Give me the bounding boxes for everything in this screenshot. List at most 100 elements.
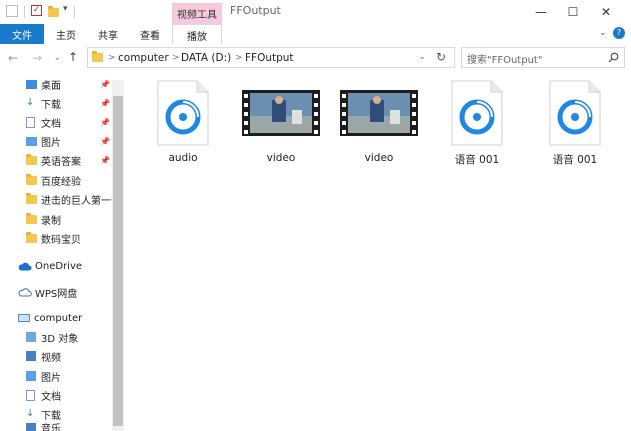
file-name: audio <box>168 152 198 164</box>
nav-item-label: 视频 <box>41 352 61 364</box>
file-item[interactable]: audio <box>133 80 233 180</box>
search-input[interactable]: 搜索"FFOutput" <box>467 51 542 66</box>
search-box[interactable]: 搜索"FFOutput" <box>461 47 625 68</box>
context-tab-video-tools: 视频工具 <box>172 3 222 24</box>
nav-item-digimon[interactable]: 数码宝贝 <box>0 228 112 248</box>
properties-icon[interactable]: ✓ <box>31 5 42 16</box>
nav-item-videos[interactable]: 视频 <box>0 346 112 366</box>
nav-item-label: 桌面 <box>41 80 61 92</box>
ribbon-expand-icon[interactable]: ⌄ <box>599 28 607 38</box>
refresh-icon[interactable]: ↻ <box>436 50 446 64</box>
file-name: 语音 001 <box>552 154 598 166</box>
nav-item-3d-objects[interactable]: 3D 对象 <box>0 327 112 347</box>
folder-icon <box>26 192 37 204</box>
breadcrumb-drive[interactable]: DATA (D:) <box>181 48 231 67</box>
nav-item-wps-drive[interactable]: WPS网盘 <box>0 282 112 302</box>
tab-file[interactable]: 文件 <box>0 24 44 44</box>
nav-item-computer[interactable]: computer <box>0 308 112 328</box>
tab-view[interactable]: 查看 <box>132 24 168 44</box>
forward-arrow-icon[interactable]: → <box>32 51 42 65</box>
music-icon <box>26 423 36 431</box>
nav-item-label: 进击的巨人第一部 <box>41 195 112 207</box>
pin-icon: 📌 <box>100 117 110 127</box>
minimize-button[interactable]: — <box>525 0 557 24</box>
tab-share[interactable]: 共享 <box>90 24 126 44</box>
document-icon <box>26 389 35 401</box>
nav-item-label: 文档 <box>41 118 61 130</box>
breadcrumb-separator[interactable]: > <box>235 48 243 67</box>
nav-item-label: 数码宝贝 <box>41 234 81 246</box>
back-arrow-icon[interactable]: ← <box>8 51 18 65</box>
computer-icon <box>18 314 30 322</box>
nav-item-documents[interactable]: 文档 📌 <box>0 112 112 132</box>
folder-icon <box>26 173 37 185</box>
recent-locations-icon[interactable]: ⌄ <box>54 53 61 62</box>
nav-item-downloads-pc[interactable]: ↓ 下载 <box>0 404 112 424</box>
nav-item-english-answers[interactable]: 英语答案 📌 <box>0 150 112 170</box>
video-file-icon <box>340 90 418 136</box>
folder-icon <box>26 212 37 224</box>
desktop-icon <box>26 79 37 89</box>
breadcrumb-separator[interactable]: > <box>108 48 116 67</box>
up-arrow-icon[interactable]: ↑ <box>68 50 78 64</box>
breadcrumb-ffoutput[interactable]: FFOutput <box>245 48 294 67</box>
file-item[interactable]: 语音 001 <box>427 80 527 180</box>
nav-item-label: computer <box>34 312 83 324</box>
video-folder-icon <box>26 351 36 361</box>
nav-scrollbar-thumb[interactable] <box>113 96 123 426</box>
picture-icon <box>26 136 37 146</box>
cloud-icon <box>18 262 32 270</box>
nav-item-label: 百度经验 <box>41 176 81 188</box>
tab-home[interactable]: 主页 <box>48 24 84 44</box>
file-name: video <box>364 152 394 164</box>
document-icon <box>26 116 35 128</box>
nav-item-documents-pc[interactable]: 文档 <box>0 385 112 405</box>
video-file-icon <box>242 90 320 136</box>
window-icon <box>6 5 18 17</box>
nav-item-label: 英语答案 <box>41 156 81 168</box>
folder-icon <box>26 153 37 165</box>
address-bar[interactable]: > computer > DATA (D:) > FFOutput ⌄ ↻ <box>87 47 455 68</box>
file-item[interactable]: video <box>329 80 429 180</box>
title-bar: ✓ ▾ 视频工具 FFOutput — ☐ ✕ <box>0 0 631 24</box>
file-item[interactable]: 语音 001 <box>525 80 625 180</box>
nav-item-baidu-experience[interactable]: 百度经验 <box>0 170 112 190</box>
nav-item-downloads[interactable]: ↓ 下载 📌 <box>0 93 112 113</box>
close-button[interactable]: ✕ <box>590 0 622 24</box>
address-dropdown-icon[interactable]: ⌄ <box>419 52 426 61</box>
quick-access-dropdown-icon[interactable]: ▾ <box>63 4 68 14</box>
window-title: FFOutput <box>230 4 281 17</box>
pin-icon: 📌 <box>100 79 110 89</box>
audio-file-icon <box>451 80 503 146</box>
nav-item-recording[interactable]: 录制 <box>0 209 112 229</box>
nav-item-music[interactable]: 音乐 <box>0 423 112 431</box>
pin-icon: 📌 <box>100 155 110 165</box>
nav-item-desktop[interactable]: 桌面 📌 <box>0 74 112 94</box>
nav-item-pictures-pc[interactable]: 图片 <box>0 366 112 386</box>
audio-file-icon <box>549 80 601 146</box>
nav-item-attack-on-titan[interactable]: 进击的巨人第一部 <box>0 189 112 209</box>
maximize-button[interactable]: ☐ <box>557 0 589 24</box>
separator <box>24 6 25 18</box>
pin-icon: 📌 <box>100 98 110 108</box>
nav-item-label: 3D 对象 <box>41 333 79 345</box>
picture-icon <box>26 371 36 381</box>
breadcrumb-separator[interactable]: > <box>172 48 180 67</box>
file-name: 语音 001 <box>454 154 500 166</box>
breadcrumb-computer[interactable]: computer <box>118 48 169 67</box>
nav-item-label: 图片 <box>41 372 61 384</box>
new-folder-icon[interactable] <box>48 6 59 17</box>
nav-item-pictures[interactable]: 图片 📌 <box>0 131 112 151</box>
help-icon[interactable]: ? <box>613 27 625 39</box>
nav-item-label: 录制 <box>41 215 61 227</box>
ribbon-tabs: 文件 主页 共享 查看 播放 ⌄ ? <box>0 24 631 45</box>
nav-item-onedrive[interactable]: OneDrive <box>0 256 112 276</box>
cube-icon <box>26 332 36 342</box>
search-icon[interactable] <box>608 52 619 63</box>
nav-item-label: 下载 <box>41 99 61 111</box>
download-icon: ↓ <box>26 97 35 108</box>
file-item[interactable]: video <box>231 80 331 180</box>
nav-item-label: WPS网盘 <box>35 288 78 300</box>
nav-item-label: OneDrive <box>35 260 83 272</box>
tab-play[interactable]: 播放 <box>172 24 222 45</box>
